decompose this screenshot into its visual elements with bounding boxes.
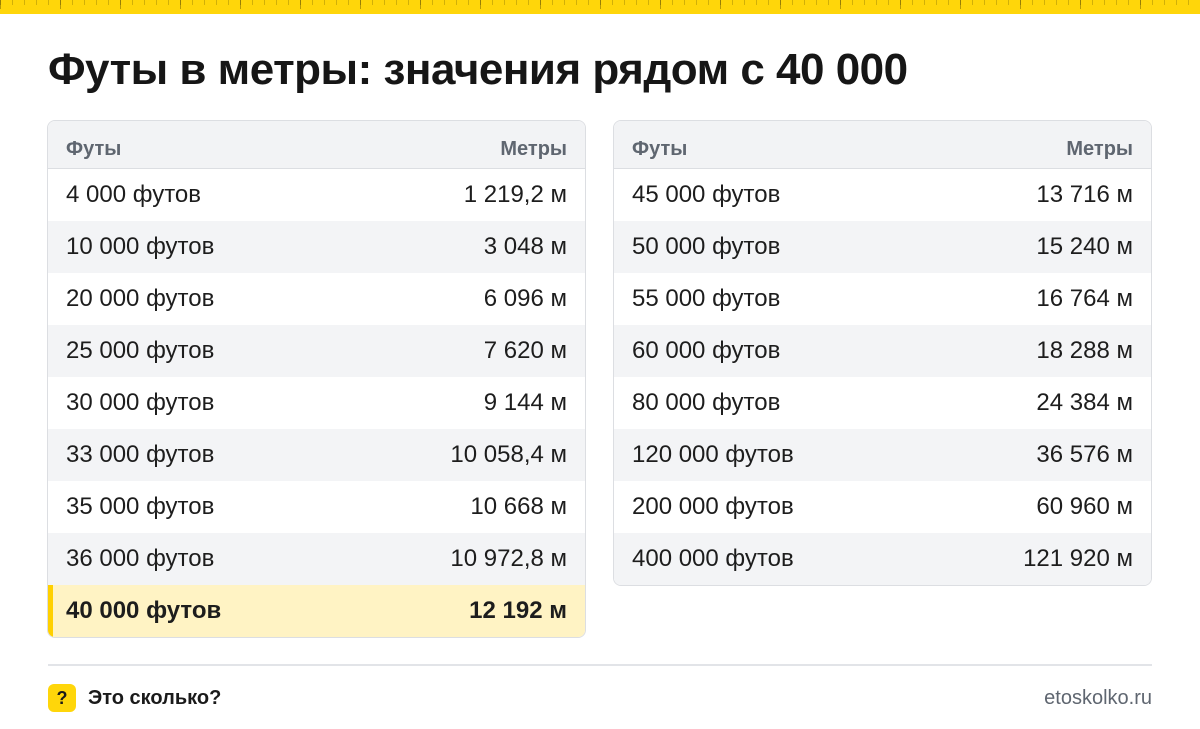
meters-value: 18 288 м	[1036, 337, 1133, 364]
table-row: 200 000 футов 60 960 м	[614, 481, 1151, 533]
site-link[interactable]: etoskolko.ru	[1044, 686, 1152, 710]
feet-value: 60 000 футов	[632, 337, 781, 364]
meters-value: 10 058,4 м	[450, 441, 567, 468]
meters-value: 13 716 м	[1036, 181, 1133, 208]
meters-value: 6 096 м	[483, 285, 567, 312]
table-row: 80 000 футов 24 384 м	[614, 377, 1151, 429]
feet-value: 10 000 футов	[66, 233, 215, 260]
table-body: 45 000 футов 13 716 м 50 000 футов 15 240 …	[614, 169, 1151, 585]
meters-value: 10 972,8 м	[450, 545, 567, 572]
table-row: 55 000 футов 16 764 м	[614, 273, 1151, 325]
meters-value: 121 920 м	[1023, 545, 1133, 572]
column-header-feet: Футы	[632, 138, 688, 160]
table-row: 30 000 футов 9 144 м	[48, 377, 585, 429]
meters-value: 12 192 м	[469, 597, 567, 624]
highlighted-table-row: 40 000 футов 12 192 м	[48, 585, 585, 637]
table-row: 60 000 футов 18 288 м	[614, 325, 1151, 377]
table-row: 20 000 футов 6 096 м	[48, 273, 585, 325]
table-row: 120 000 футов 36 576 м	[614, 429, 1151, 481]
meters-value: 9 144 м	[483, 389, 567, 416]
feet-value: 36 000 футов	[66, 545, 215, 572]
table-body: 4 000 футов 1 219,2 м 10 000 футов 3 048 м…	[48, 169, 585, 637]
column-header-feet: Футы	[66, 138, 122, 160]
table-row: 35 000 футов 10 668 м	[48, 481, 585, 533]
feet-value: 30 000 футов	[66, 389, 215, 416]
table-row: 45 000 футов 13 716 м	[614, 169, 1151, 221]
question-mark-icon: ?	[48, 684, 76, 712]
table-row: 50 000 футов 15 240 м	[614, 221, 1151, 273]
table-row: 400 000 футов 121 920 м	[614, 533, 1151, 585]
meters-value: 24 384 м	[1036, 389, 1133, 416]
feet-value: 33 000 футов	[66, 441, 215, 468]
meters-value: 15 240 м	[1036, 233, 1133, 260]
table-row: 10 000 футов 3 048 м	[48, 221, 585, 273]
meters-value: 10 668 м	[470, 493, 567, 520]
conversion-table-left: Футы Метры 4 000 футов 1 219,2 м 10 000 ф…	[47, 120, 586, 638]
meters-value: 60 960 м	[1036, 493, 1133, 520]
meters-value: 36 576 м	[1036, 441, 1133, 468]
table-row: 25 000 футов 7 620 м	[48, 325, 585, 377]
feet-value: 120 000 футов	[632, 441, 794, 468]
feet-value: 35 000 футов	[66, 493, 215, 520]
meters-value: 16 764 м	[1036, 285, 1133, 312]
feet-value: 50 000 футов	[632, 233, 781, 260]
feet-value: 200 000 футов	[632, 493, 794, 520]
column-header-meters: Метры	[1066, 138, 1133, 160]
meters-value: 3 048 м	[483, 233, 567, 260]
page-title: Футы в метры: значения рядом с 40 000	[48, 45, 908, 94]
feet-value: 20 000 футов	[66, 285, 215, 312]
feet-value: 4 000 футов	[66, 181, 202, 208]
conversion-table-right: Футы Метры 45 000 футов 13 716 м 50 000 ф…	[613, 120, 1152, 586]
brand-name: Это сколько?	[88, 687, 222, 709]
table-header: Футы Метры	[48, 121, 585, 169]
ruler-decoration	[0, 0, 1200, 14]
footer-divider	[48, 664, 1152, 666]
column-header-meters: Метры	[500, 138, 567, 160]
table-row: 36 000 футов 10 972,8 м	[48, 533, 585, 585]
feet-value: 400 000 футов	[632, 545, 794, 572]
table-row: 33 000 футов 10 058,4 м	[48, 429, 585, 481]
feet-value: 25 000 футов	[66, 337, 215, 364]
feet-value: 40 000 футов	[66, 597, 222, 624]
feet-value: 45 000 футов	[632, 181, 781, 208]
meters-value: 7 620 м	[483, 337, 567, 364]
meters-value: 1 219,2 м	[463, 181, 567, 208]
table-row: 4 000 футов 1 219,2 м	[48, 169, 585, 221]
feet-value: 55 000 футов	[632, 285, 781, 312]
table-header: Футы Метры	[614, 121, 1151, 169]
feet-value: 80 000 футов	[632, 389, 781, 416]
